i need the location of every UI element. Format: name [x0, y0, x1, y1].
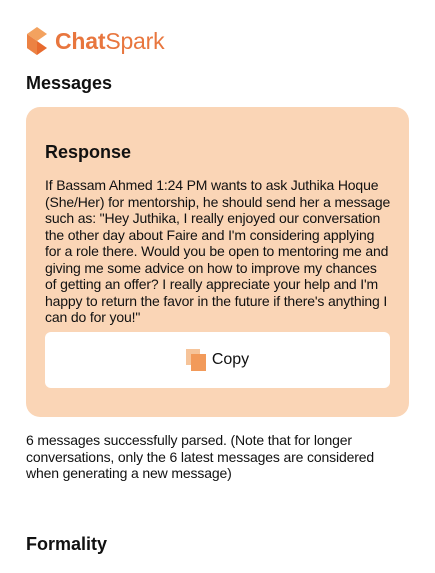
brand-name: ChatSpark	[55, 25, 165, 57]
response-text: If Bassam Ahmed 1:24 PM wants to ask Jut…	[45, 177, 391, 325]
response-card: Response If Bassam Ahmed 1:24 PM wants t…	[26, 107, 409, 417]
formality-title: Formality	[26, 534, 108, 554]
brand-name-strong: Chat	[55, 28, 106, 54]
copy-button[interactable]: Copy	[45, 332, 390, 388]
copy-button-label: Copy	[211, 351, 250, 368]
brand-name-light: Spark	[105, 28, 165, 54]
copy-icon	[185, 349, 206, 371]
response-heading: Response	[45, 142, 132, 162]
brand: ChatSpark	[26, 25, 165, 57]
status-text: 6 messages successfully parsed. (Note th…	[26, 432, 375, 481]
messages-title: Messages	[26, 73, 113, 93]
chatspark-logo-icon	[27, 27, 47, 55]
